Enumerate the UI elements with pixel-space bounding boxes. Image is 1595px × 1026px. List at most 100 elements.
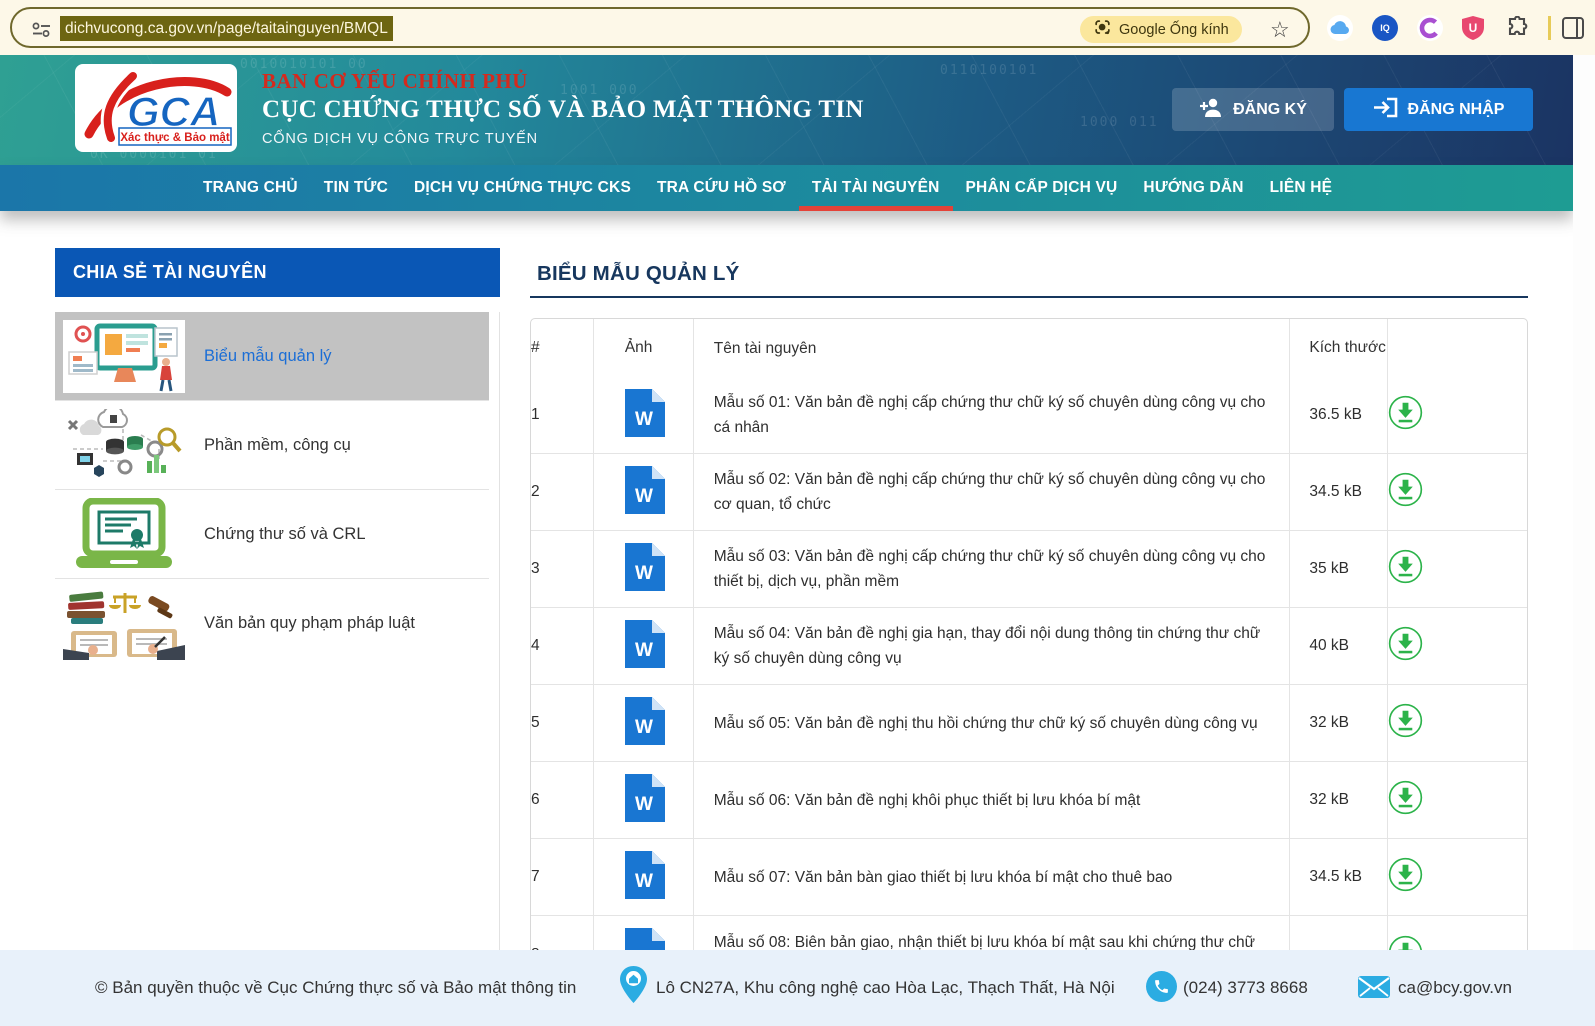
resource-size: 40 kB	[1290, 608, 1388, 685]
certificate-crl-thumbnail	[63, 498, 185, 571]
url-text-selected[interactable]: dichvucong.ca.gov.vn/page/taitainguyen/B…	[60, 16, 393, 41]
cloud-extension-icon[interactable]	[1327, 15, 1353, 41]
nav-item-lien-he[interactable]: LIÊN HỆ	[1257, 165, 1346, 211]
login-arrow-icon	[1373, 97, 1398, 123]
sidebar-item-phan-mem-cong-cu[interactable]: Phần mềm, công cụ	[55, 401, 489, 490]
download-button[interactable]	[1388, 703, 1423, 738]
sidebar-item-label: Văn bản quy phạm pháp luật	[204, 614, 415, 633]
title-underline	[530, 296, 1528, 298]
person-add-icon	[1199, 98, 1223, 122]
row-index: 1	[531, 377, 594, 454]
sidebar-title: CHIA SẺ TÀI NGUYÊN	[55, 248, 500, 297]
table-row: 6 W Mẫu số 06: Văn bản đề nghị khôi phục t…	[531, 762, 1527, 839]
bg-digits: 1000 011	[1080, 115, 1159, 130]
word-document-icon: W	[625, 809, 665, 826]
resource-name[interactable]: Mẫu số 03: Văn bản đề nghị cấp chứng thư…	[694, 531, 1291, 608]
side-panel-icon[interactable]	[1562, 17, 1584, 39]
word-document-icon: W	[625, 886, 665, 903]
browser-toolbar: dichvucong.ca.gov.vn/page/taitainguyen/B…	[0, 0, 1595, 55]
svg-text:W: W	[635, 486, 653, 507]
register-button[interactable]: ĐĂNG KÝ	[1172, 88, 1334, 131]
footer-copyright: © Bản quyền thuộc về Cục Chứng thực số v…	[95, 978, 576, 998]
c-extension-icon[interactable]	[1417, 15, 1443, 41]
iq-extension-icon[interactable]: IQ	[1372, 15, 1398, 41]
nav-item-tra-cuu-ho-so[interactable]: TRA CỨU HỒ SƠ	[644, 165, 799, 211]
nav-item-tai-tai-nguyen[interactable]: TẢI TÀI NGUYÊN	[799, 165, 953, 211]
resource-name[interactable]: Mẫu số 01: Văn bản đề nghị cấp chứng thư…	[694, 377, 1291, 454]
google-lens-icon	[1093, 18, 1112, 41]
main-navigation: TRANG CHỦ TIN TỨC DỊCH VỤ CHỨNG THỰC CKS…	[0, 165, 1573, 211]
resource-name[interactable]: Mẫu số 07: Văn bản bàn giao thiết bị lưu…	[694, 839, 1291, 916]
resource-size: 36.5 kB	[1290, 377, 1388, 454]
svg-text:W: W	[635, 794, 653, 815]
download-button[interactable]	[1388, 626, 1423, 661]
download-button[interactable]	[1388, 549, 1423, 584]
resource-name[interactable]: Mẫu số 02: Văn bản đề nghị cấp chứng thư…	[694, 454, 1291, 531]
page-title: BIỂU MẪU QUẢN LÝ	[530, 262, 1528, 286]
word-document-icon: W	[625, 424, 665, 441]
svg-text:W: W	[635, 871, 653, 892]
resource-name[interactable]: Mẫu số 06: Văn bản đề nghị khôi phục thi…	[694, 762, 1291, 839]
nav-item-huong-dan[interactable]: HƯỚNG DẪN	[1130, 165, 1256, 211]
ublock-shield-icon[interactable]: U	[1460, 15, 1486, 41]
col-header-name: Tên tài nguyên	[694, 319, 1291, 377]
site-settings-icon[interactable]	[32, 22, 51, 42]
svg-text:W: W	[635, 640, 653, 661]
sidebar-item-bieu-mau-quan-ly[interactable]: Biểu mẫu quản lý	[55, 312, 489, 401]
extensions-puzzle-icon[interactable]	[1505, 15, 1531, 41]
footer-address: Lô CN27A, Khu công nghệ cao Hòa Lạc, Thạ…	[656, 978, 1115, 998]
gca-logo[interactable]: GCA Xác thực & Bảo mật	[75, 64, 237, 152]
sidebar-item-label: Chứng thư số và CRL	[204, 525, 366, 544]
header-agency-line1: BAN CƠ YẾU CHÍNH PHỦ	[262, 69, 528, 94]
address-bar[interactable]: dichvucong.ca.gov.vn/page/taitainguyen/B…	[10, 7, 1310, 48]
download-button[interactable]	[1388, 857, 1423, 892]
nav-item-tin-tuc[interactable]: TIN TỨC	[311, 165, 401, 211]
toolbar-divider	[1548, 16, 1551, 40]
nav-item-trang-chu[interactable]: TRANG CHỦ	[190, 165, 311, 211]
login-button[interactable]: ĐĂNG NHẬP	[1344, 88, 1533, 131]
word-document-icon: W	[625, 732, 665, 749]
download-button[interactable]	[1388, 395, 1423, 430]
table-row: 7 W Mẫu số 07: Văn bản bàn giao thiết bị l…	[531, 839, 1527, 916]
table-row: 5WMẫu số 05: Văn bản đề nghị thu hồi chứ…	[531, 685, 1527, 762]
row-index: 3	[531, 531, 594, 608]
forms-management-thumbnail	[63, 320, 185, 393]
resource-name[interactable]: Mẫu số 05: Văn bản đề nghị thu hồi chứng…	[694, 685, 1291, 762]
phone-icon	[1146, 971, 1177, 1002]
table-row: 4 W Mẫu số 04: Văn bản đề nghị gia hạn, th…	[531, 608, 1527, 685]
svg-text:U: U	[1469, 21, 1478, 35]
login-label: ĐĂNG NHẬP	[1408, 101, 1505, 119]
nav-item-phan-cap-dich-vu[interactable]: PHÂN CẤP DỊCH VỤ	[953, 165, 1131, 211]
footer-phone[interactable]: (024) 3773 8668	[1183, 978, 1308, 998]
google-lens-label: Google Ống kính	[1119, 22, 1229, 38]
bookmark-star-icon[interactable]: ☆	[1270, 17, 1290, 43]
col-header-image: Ảnh	[594, 319, 694, 377]
col-header-size: Kích thước	[1290, 319, 1388, 377]
row-index: 4	[531, 608, 594, 685]
word-document-icon: W	[625, 655, 665, 672]
bg-digits: 0110100101	[940, 63, 1038, 78]
table-header-row: # Ảnh Tên tài nguyên Kích thước	[531, 319, 1527, 377]
row-index: 7	[531, 839, 594, 916]
download-button[interactable]	[1388, 472, 1423, 507]
table-row: 1 W Mẫu số 01: Văn bản đề nghị cấp chứng t…	[531, 377, 1527, 454]
download-button[interactable]	[1388, 780, 1423, 815]
row-index: 2	[531, 454, 594, 531]
resources-table: # Ảnh Tên tài nguyên Kích thước 1 W Mẫu số…	[530, 318, 1528, 994]
table-row: 3WMẫu số 03: Văn bản đề nghị cấp chứng t…	[531, 531, 1527, 608]
svg-text:W: W	[635, 409, 653, 430]
email-icon	[1358, 976, 1390, 1003]
header-agency-line2: CỤC CHỨNG THỰC SỐ VÀ BẢO MẬT THÔNG TIN	[262, 96, 864, 124]
scrollbar-track[interactable]	[1573, 55, 1595, 1026]
main-content: BIỂU MẪU QUẢN LÝ # Ảnh Tên tài nguyên Kí…	[530, 262, 1528, 994]
resource-name[interactable]: Mẫu số 04: Văn bản đề nghị gia hạn, thay…	[694, 608, 1291, 685]
sidebar-item-chung-thu-so-crl[interactable]: Chứng thư số và CRL	[55, 490, 489, 579]
google-lens-chip[interactable]: Google Ống kính	[1080, 16, 1242, 43]
col-header-actions	[1388, 319, 1527, 377]
nav-item-dich-vu-chung-thuc-cks[interactable]: DỊCH VỤ CHỨNG THỰC CKS	[401, 165, 644, 211]
row-index: 6	[531, 762, 594, 839]
sidebar: CHIA SẺ TÀI NGUYÊN	[55, 248, 500, 962]
resource-size: 32 kB	[1290, 685, 1388, 762]
sidebar-item-van-ban-phap-luat[interactable]: Văn bản quy phạm pháp luật	[55, 579, 489, 668]
footer-email[interactable]: ca@bcy.gov.vn	[1398, 978, 1512, 998]
